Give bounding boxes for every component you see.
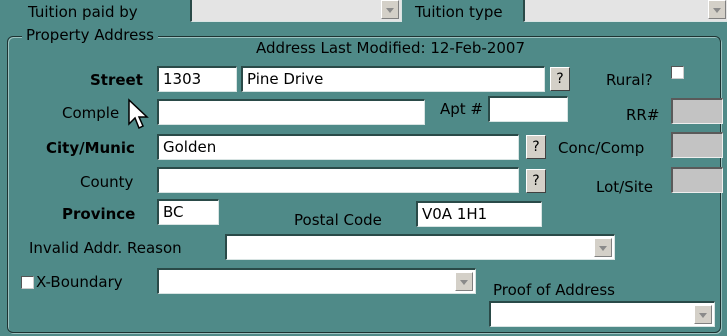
complex-input[interactable] <box>157 99 425 125</box>
street-number-input[interactable]: 1303 <box>157 66 237 92</box>
chevron-down-icon[interactable] <box>381 0 399 19</box>
street-help-button[interactable]: ? <box>550 67 570 91</box>
city-input[interactable]: Golden <box>157 134 519 160</box>
complex-label: Comple <box>62 104 120 122</box>
proof-of-address-dropdown[interactable] <box>489 301 715 327</box>
apt-label: Apt # <box>440 100 484 118</box>
rr-label: RR# <box>626 106 660 124</box>
tuition-type-label: Tuition type <box>415 3 503 21</box>
rural-label: Rural? <box>606 71 653 89</box>
street-label: Street <box>90 71 143 89</box>
city-label: City/Munic <box>46 139 135 157</box>
street-name-input[interactable]: Pine Drive <box>241 66 545 92</box>
x-boundary-dropdown[interactable] <box>157 268 476 294</box>
conc-comp-readonly-field <box>671 132 723 158</box>
rr-readonly-field <box>671 98 723 124</box>
proof-of-address-label: Proof of Address <box>493 281 615 299</box>
postal-code-label: Postal Code <box>294 211 382 229</box>
chevron-down-icon[interactable] <box>708 0 726 19</box>
property-address-title: Property Address <box>22 25 158 45</box>
invalid-addr-reason-dropdown[interactable] <box>225 234 615 260</box>
city-help-button[interactable]: ? <box>526 135 546 159</box>
province-label: Province <box>62 205 136 223</box>
lot-site-label: Lot/Site <box>596 178 654 196</box>
tuition-paid-by-dropdown[interactable] <box>190 0 402 22</box>
county-help-button[interactable]: ? <box>526 169 546 193</box>
chevron-down-icon[interactable] <box>594 238 612 257</box>
county-input[interactable] <box>157 167 519 193</box>
x-boundary-label: X-Boundary <box>36 273 123 291</box>
invalid-addr-reason-label: Invalid Addr. Reason <box>29 239 182 257</box>
rural-checkbox[interactable] <box>671 66 684 79</box>
address-last-modified: Address Last Modified: 12-Feb-2007 <box>256 39 525 57</box>
chevron-down-icon[interactable] <box>455 272 473 291</box>
chevron-down-icon[interactable] <box>694 305 712 324</box>
conc-comp-label: Conc/Comp <box>558 139 645 157</box>
tuition-paid-by-label: Tuition paid by <box>28 3 138 21</box>
tuition-type-dropdown[interactable] <box>523 0 727 22</box>
postal-code-input[interactable]: V0A 1H1 <box>416 201 542 227</box>
province-input[interactable]: BC <box>157 199 219 225</box>
apt-input[interactable] <box>488 96 568 122</box>
x-boundary-checkbox[interactable] <box>21 276 34 289</box>
mouse-pointer-icon <box>128 98 149 130</box>
lot-site-readonly-field <box>671 167 723 193</box>
county-label: County <box>80 173 134 191</box>
